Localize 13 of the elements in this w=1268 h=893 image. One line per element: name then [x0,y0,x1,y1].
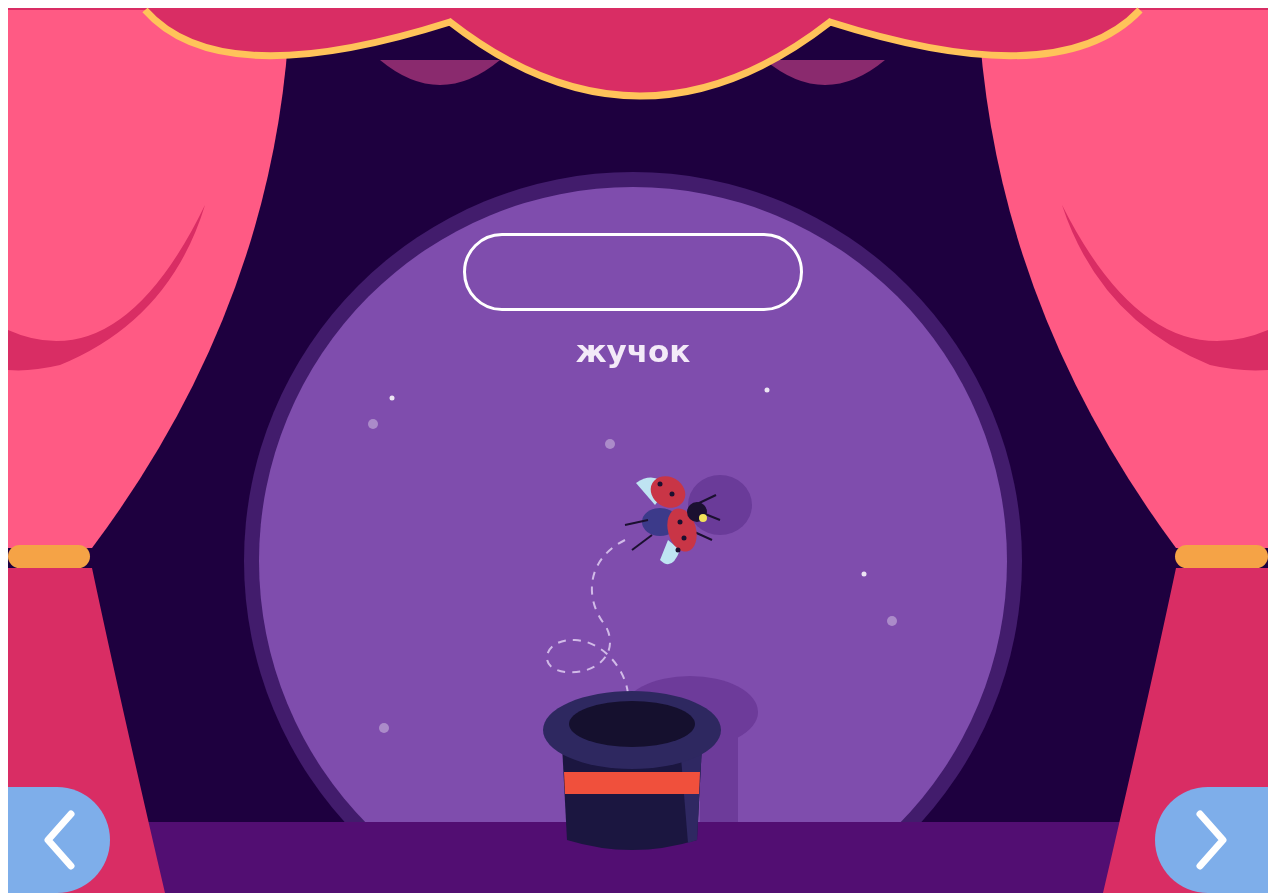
sparkle-dot [861,571,867,577]
chevron-right-icon [1195,810,1228,870]
answer-field[interactable] [463,233,803,311]
sparkle-dot [764,387,770,393]
word-label: жучок [574,332,692,371]
sparkle-dot [379,723,389,733]
sparkle-dot [887,616,897,626]
previous-button[interactable] [8,787,110,893]
sparkle-dot [368,419,378,429]
chevron-left-icon [43,810,75,870]
sparkle-dot [605,439,615,449]
next-button[interactable] [1155,787,1268,893]
sparkle-dot [389,395,395,401]
